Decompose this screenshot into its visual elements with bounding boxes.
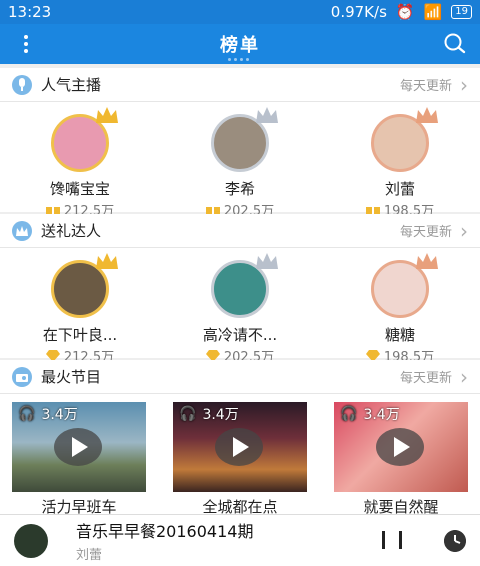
silver-crown-icon (256, 253, 278, 269)
alarm-icon: ⏰ (395, 3, 415, 21)
section-header[interactable]: 送礼达人 每天更新 › (0, 214, 480, 248)
now-playing-artist: 刘蕾 (76, 548, 103, 563)
status-bar: 13:23 0.97K/s ⏰ 📶 19 (0, 0, 480, 24)
play-button[interactable] (54, 428, 102, 466)
host-name: 馋嘴宝宝 (49, 180, 110, 198)
more-menu-icon[interactable] (16, 33, 36, 55)
hot-programs-section: 最火节目 每天更新 › 🎧 3.4万 活力早班车 🎧 3.4万 全城都在点 🎧 3.4… (0, 360, 480, 516)
chevron-right-icon: › (460, 218, 468, 243)
microphone-icon (12, 74, 32, 95)
giver-card[interactable]: 糖糖 198.5万 (320, 248, 480, 365)
status-time: 13:23 (8, 3, 52, 21)
now-playing-title: 音乐早早餐20160414期 (76, 522, 254, 541)
clock-icon[interactable] (444, 529, 466, 552)
giver-card[interactable]: 高冷请不... 202.5万 (160, 248, 320, 365)
count-value: 3.4万 (41, 407, 78, 423)
giver-name: 高冷请不... (202, 326, 278, 344)
host-card[interactable]: 馋嘴宝宝 212.5万 (0, 102, 160, 219)
giver-name: 在下叶良... (42, 326, 118, 344)
page-indicator (228, 58, 249, 61)
program-thumbnail: 🎧 3.4万 (12, 402, 146, 492)
play-button[interactable] (215, 428, 263, 466)
count-value: 3.4万 (363, 407, 400, 423)
headphones-icon: 🎧 (18, 406, 36, 422)
update-text: 每天更新 (399, 79, 452, 94)
section-title: 人气主播 (41, 76, 102, 94)
program-card[interactable]: 🎧 3.4万 全城都在点 (173, 402, 307, 518)
radio-icon (12, 366, 32, 387)
listen-count: 🎧 3.4万 (340, 404, 400, 424)
host-card[interactable]: 李希 202.5万 (160, 102, 320, 219)
chevron-right-icon: › (460, 72, 468, 97)
gift-givers-section: 送礼达人 每天更新 › 在下叶良... 212.5万 高冷请不... 202.5… (0, 214, 480, 365)
network-speed: 0.97K/s (330, 3, 387, 21)
update-link[interactable]: 每天更新 › (400, 367, 468, 387)
popular-hosts-section: 人气主播 每天更新 › 馋嘴宝宝 212.5万 李希 202.5万 刘蕾 198… (0, 68, 480, 219)
host-name: 刘蕾 (384, 180, 415, 198)
gold-crown-icon (96, 253, 118, 269)
play-button[interactable] (376, 428, 424, 466)
headphones-icon: 🎧 (340, 406, 358, 422)
program-card[interactable]: 🎧 3.4万 活力早班车 (12, 402, 146, 518)
wifi-icon: 📶 (423, 3, 443, 21)
listen-count: 🎧 3.4万 (179, 404, 239, 424)
giver-name: 糖糖 (384, 326, 415, 344)
update-link[interactable]: 每天更新 › (400, 75, 468, 95)
silver-crown-icon (256, 107, 278, 123)
crown-badge-icon (12, 220, 32, 241)
battery-icon: 19 (451, 5, 472, 19)
giver-card[interactable]: 在下叶良... 212.5万 (0, 248, 160, 365)
listen-count: 🎧 3.4万 (18, 404, 78, 424)
host-name: 李希 (224, 180, 255, 198)
search-icon[interactable] (442, 32, 468, 56)
pause-icon[interactable] (382, 530, 402, 551)
section-title: 送礼达人 (41, 222, 102, 240)
page-title: 榜单 (220, 35, 260, 56)
bronze-crown-icon (416, 107, 438, 123)
bronze-crown-icon (416, 253, 438, 269)
headphones-icon: 🎧 (179, 406, 197, 422)
program-thumbnail: 🎧 3.4万 (334, 402, 468, 492)
program-thumbnail: 🎧 3.4万 (173, 402, 307, 492)
section-header[interactable]: 最火节目 每天更新 › (0, 360, 480, 394)
mini-player[interactable]: 音乐早早餐20160414期 刘蕾 (0, 514, 480, 566)
section-header[interactable]: 人气主播 每天更新 › (0, 68, 480, 102)
gold-crown-icon (96, 107, 118, 123)
count-value: 3.4万 (202, 407, 239, 423)
update-text: 每天更新 (399, 225, 452, 240)
host-card[interactable]: 刘蕾 198.5万 (320, 102, 480, 219)
update-text: 每天更新 (399, 371, 452, 386)
section-title: 最火节目 (41, 368, 102, 386)
chevron-right-icon: › (460, 364, 468, 389)
player-avatar (14, 523, 48, 558)
update-link[interactable]: 每天更新 › (400, 221, 468, 241)
program-card[interactable]: 🎧 3.4万 就要自然醒 (334, 402, 468, 518)
